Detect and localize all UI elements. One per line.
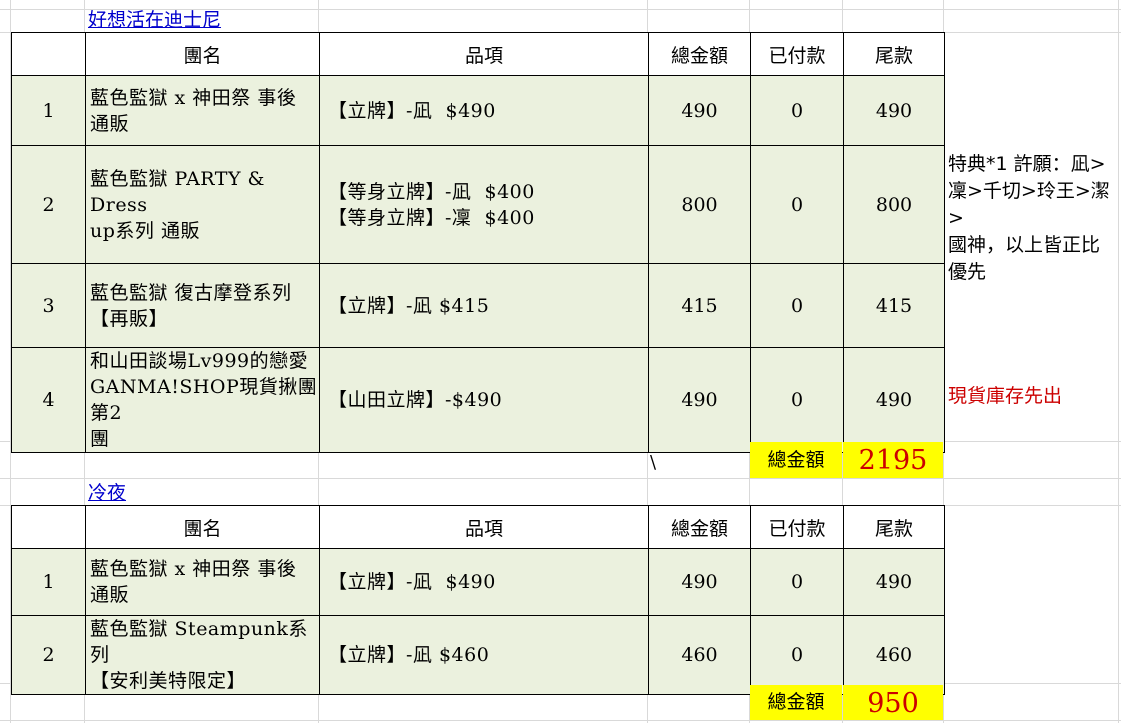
- group-name-cell[interactable]: 藍色監獄 PARTY & Dress up系列 通販: [85, 145, 320, 264]
- group-name-line: 藍色監獄 PARTY & Dress: [90, 167, 265, 216]
- balance-cell[interactable]: 415: [843, 263, 945, 348]
- paid-cell[interactable]: 0: [750, 75, 844, 146]
- paid-cell[interactable]: 0: [750, 347, 844, 453]
- balance-cell[interactable]: 460: [843, 615, 945, 695]
- group-name-line: 藍色監獄 x 神田祭 事後: [90, 558, 297, 580]
- header-paid[interactable]: 已付款: [750, 505, 844, 549]
- balance-cell[interactable]: 490: [843, 347, 945, 453]
- bonus-note[interactable]: 特典*1 許願：凪> 凜>千切>玲王>潔> 國神，以上皆正比 優先: [948, 151, 1121, 286]
- group-name-line: 藍色監獄 Steampunk系列: [90, 618, 308, 666]
- group-name-line: 團: [90, 428, 110, 450]
- item-line: 【等身立牌】-凜 $400: [328, 206, 535, 229]
- group2-title-link[interactable]: 冷夜: [88, 482, 126, 504]
- group-name-line: up系列 通販: [90, 219, 200, 242]
- group-name-line: 【再販】: [90, 307, 169, 330]
- header-group-name[interactable]: 團名: [85, 32, 320, 76]
- grand-total-label[interactable]: 總金額: [750, 685, 842, 720]
- paid-cell[interactable]: 0: [750, 145, 844, 264]
- group-name-line: 和山田談場Lv999的戀愛: [90, 350, 309, 372]
- item-cell[interactable]: 【山田立牌】-$490: [319, 347, 649, 453]
- item-line: 【等身立牌】-凪 $400: [328, 180, 535, 203]
- header-paid[interactable]: 已付款: [750, 32, 844, 76]
- note-line: 特典*1 許願：凪>: [948, 153, 1106, 175]
- item-cell[interactable]: 【立牌】-凪 $490: [319, 75, 649, 146]
- paid-cell[interactable]: 0: [750, 263, 844, 348]
- header-total[interactable]: 總金額: [648, 32, 751, 76]
- header-group-name[interactable]: 團名: [85, 505, 320, 549]
- item-line: 【立牌】-凪 $460: [328, 644, 490, 666]
- group-name-line: GANMA!SHOP現貨揪團 第2: [90, 376, 318, 424]
- total-cell[interactable]: 460: [648, 615, 751, 695]
- header-item[interactable]: 品項: [319, 505, 649, 549]
- item-line: 【山田立牌】-$490: [328, 389, 503, 411]
- group-name-cell[interactable]: 藍色監獄 復古摩登系列 【再販】: [85, 263, 320, 348]
- grand-total-value[interactable]: 2195: [843, 442, 943, 478]
- header-balance[interactable]: 尾款: [843, 32, 945, 76]
- group-name-cell[interactable]: 藍色監獄 x 神田祭 事後 通販: [85, 75, 320, 146]
- paid-cell[interactable]: 0: [750, 615, 844, 695]
- total-cell[interactable]: 490: [648, 548, 751, 616]
- item-cell[interactable]: 【立牌】-凪 $415: [319, 263, 649, 348]
- note-line: 國神，以上皆正比: [948, 234, 1101, 256]
- group-name-line: 藍色監獄 復古摩登系列: [90, 281, 292, 304]
- item-line: 【立牌】-凪 $490: [328, 99, 496, 122]
- grand-total-label[interactable]: 總金額: [750, 442, 842, 478]
- total-cell[interactable]: 490: [648, 75, 751, 146]
- row-number-cell[interactable]: 1: [11, 548, 86, 616]
- header-blank-cell[interactable]: [11, 32, 86, 76]
- row-number-cell[interactable]: 3: [11, 263, 86, 348]
- note-line: 優先: [948, 261, 987, 283]
- total-cell[interactable]: 415: [648, 263, 751, 348]
- header-row: 團名 品項 總金額 已付款 尾款: [11, 32, 945, 76]
- header-total[interactable]: 總金額: [648, 505, 751, 549]
- group1-table: 團名 品項 總金額 已付款 尾款 1 藍色監獄 x 神田祭 事後 通販 【立牌】…: [11, 32, 945, 453]
- group2-table: 團名 品項 總金額 已付款 尾款 1 藍色監獄 x 神田祭 事後 通販 【立牌】…: [11, 505, 945, 695]
- total-cell[interactable]: 800: [648, 145, 751, 264]
- item-cell[interactable]: 【立牌】-凪 $490: [319, 548, 649, 616]
- item-cell[interactable]: 【立牌】-凪 $460: [319, 615, 649, 695]
- balance-cell[interactable]: 490: [843, 75, 945, 146]
- table-row: 3 藍色監獄 復古摩登系列 【再販】 【立牌】-凪 $415 415 0 415: [11, 263, 945, 348]
- table-row: 2 藍色監獄 Steampunk系列 【安利美特限定】 【立牌】-凪 $460 …: [11, 615, 945, 695]
- row-number-cell[interactable]: 2: [11, 145, 86, 264]
- paid-cell[interactable]: 0: [750, 548, 844, 616]
- table-row: 2 藍色監獄 PARTY & Dress up系列 通販 【等身立牌】-凪 $4…: [11, 145, 945, 264]
- header-balance[interactable]: 尾款: [843, 505, 945, 549]
- table-row: 1 藍色監獄 x 神田祭 事後 通販 【立牌】-凪 $490 490 0 490: [11, 75, 945, 146]
- row-number-cell[interactable]: 1: [11, 75, 86, 146]
- total-cell[interactable]: 490: [648, 347, 751, 453]
- balance-cell[interactable]: 800: [843, 145, 945, 264]
- group-name-line: 通販: [90, 112, 130, 135]
- group-name-line: 【安利美特限定】: [90, 670, 247, 692]
- group-name-cell[interactable]: 藍色監獄 Steampunk系列 【安利美特限定】: [85, 615, 320, 695]
- group-name-line: 通販: [90, 584, 130, 606]
- note-line: 凜>千切>玲王>潔>: [948, 180, 1110, 229]
- group-name-cell[interactable]: 藍色監獄 x 神田祭 事後 通販: [85, 548, 320, 616]
- item-line: 【立牌】-凪 $415: [328, 294, 490, 317]
- row-number-cell[interactable]: 2: [11, 615, 86, 695]
- header-blank-cell[interactable]: [11, 505, 86, 549]
- item-cell[interactable]: 【等身立牌】-凪 $400 【等身立牌】-凜 $400: [319, 145, 649, 264]
- row-number-cell[interactable]: 4: [11, 347, 86, 453]
- stray-backslash-cell[interactable]: \: [650, 452, 656, 473]
- header-row: 團名 品項 總金額 已付款 尾款: [11, 505, 945, 549]
- group-name-cell[interactable]: 和山田談場Lv999的戀愛 GANMA!SHOP現貨揪團 第2 團: [85, 347, 320, 453]
- group-name-line: 藍色監獄 x 神田祭 事後: [90, 86, 297, 109]
- table-row: 4 和山田談場Lv999的戀愛 GANMA!SHOP現貨揪團 第2 團 【山田立…: [11, 347, 945, 453]
- balance-cell[interactable]: 490: [843, 548, 945, 616]
- item-line: 【立牌】-凪 $490: [328, 571, 496, 593]
- table-row: 1 藍色監獄 x 神田祭 事後 通販 【立牌】-凪 $490 490 0 490: [11, 548, 945, 616]
- grand-total-value[interactable]: 950: [843, 685, 943, 720]
- header-item[interactable]: 品項: [319, 32, 649, 76]
- stock-note[interactable]: 現貨庫存先出: [948, 383, 1062, 410]
- group1-title-link[interactable]: 好想活在迪士尼: [88, 9, 221, 31]
